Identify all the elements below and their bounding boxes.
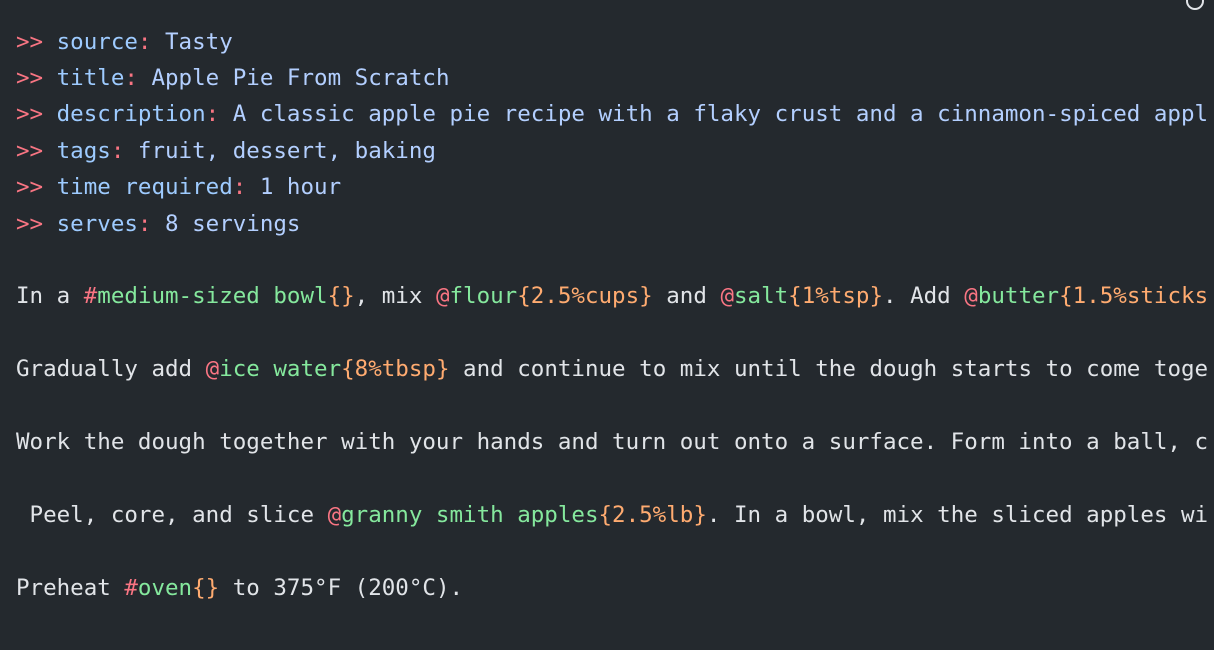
metadata-prefix: >>: [16, 211, 57, 237]
metadata-key: description: [56, 101, 206, 127]
cookware-brace-close: }: [341, 283, 355, 309]
metadata-prefix: >>: [16, 29, 57, 55]
ingredient-name: ice water: [219, 356, 342, 382]
step-line-5: Preheat #oven{} to 375°F (200°C).: [16, 573, 463, 603]
metadata-colon: :: [137, 29, 166, 55]
ingredient-quantity: 2.5%lb: [612, 502, 694, 528]
metadata-colon: :: [110, 138, 138, 164]
circle-icon: [1186, 0, 1204, 10]
metadata-key: time required: [56, 174, 233, 200]
metadata-key: title: [56, 65, 125, 91]
ingredient-brace-close: }: [639, 283, 653, 309]
step-text: Preheat: [16, 575, 125, 601]
metadata-prefix: >>: [16, 101, 57, 127]
metadata-value: A classic apple pie recipe with a flaky …: [232, 101, 1209, 127]
metadata-value: fruit, dessert, baking: [137, 138, 436, 164]
step-text: Gradually add: [16, 356, 206, 382]
metadata-prefix: >>: [16, 138, 57, 164]
metadata-prefix: >>: [16, 65, 57, 91]
ingredient-quantity: 2.5%cups: [530, 283, 640, 309]
ingredient-brace-open: {: [1059, 283, 1073, 309]
step-text: . Add: [883, 283, 965, 309]
ingredient-sigil: @: [720, 283, 734, 309]
ingredient-quantity: 1.5%sticks: [1072, 283, 1209, 309]
step-line-4: Peel, core, and slice @granny smith appl…: [16, 500, 1209, 530]
ingredient-brace-open: {: [598, 502, 613, 528]
ingredient-sigil: @: [205, 356, 220, 382]
step-text: Work the dough together with your hands …: [16, 429, 1209, 455]
step-text: In a: [16, 283, 84, 309]
step-text: Peel, core, and slice: [16, 502, 328, 528]
metadata-key: tags: [56, 138, 111, 164]
step-text: and continue to mix until the dough star…: [449, 356, 1209, 382]
cookware-name: oven: [137, 575, 193, 601]
metadata-value: 1 hour: [259, 174, 342, 200]
cookware-brace-open: {: [327, 283, 342, 309]
metadata-line-serves: >> serves: 8 servings: [16, 209, 300, 239]
recipe-editor[interactable]: >> source: Tasty >> title: Apple Pie Fro…: [0, 0, 1214, 650]
ingredient-name: granny smith apples: [341, 502, 599, 528]
ingredient-brace-open: {: [788, 283, 802, 309]
ingredient-brace-close: }: [693, 502, 707, 528]
metadata-colon: :: [124, 65, 152, 91]
ingredient-sigil: @: [327, 502, 342, 528]
step-text: and: [652, 283, 721, 309]
step-line-3: Work the dough together with your hands …: [16, 427, 1208, 457]
metadata-line-title: >> title: Apple Pie From Scratch: [16, 63, 449, 93]
ingredient-quantity: 8%tbsp: [354, 356, 436, 382]
cookware-brace-open: {: [192, 575, 206, 601]
cookware-sigil: #: [83, 283, 98, 309]
metadata-colon: :: [205, 101, 233, 127]
ingredient-sigil: @: [435, 283, 450, 309]
cookware-name: medium-sized bowl: [97, 283, 328, 309]
cookware-sigil: #: [124, 575, 138, 601]
ingredient-quantity: 1%tsp: [801, 283, 870, 309]
metadata-line-tags: >> tags: fruit, dessert, baking: [16, 136, 436, 166]
ingredient-brace-open: {: [341, 356, 355, 382]
step-text: to 375°F (200°C).: [219, 575, 464, 601]
ingredient-brace-open: {: [517, 283, 531, 309]
step-text: , mix: [354, 283, 436, 309]
ingredient-name: salt: [733, 283, 789, 309]
step-text: . In a bowl, mix the sliced apples wi: [706, 502, 1209, 528]
cookware-brace-close: }: [205, 575, 220, 601]
metadata-value: Tasty: [165, 29, 233, 55]
ingredient-brace-close: }: [435, 356, 450, 382]
metadata-colon: :: [137, 211, 166, 237]
metadata-key: source: [56, 29, 138, 55]
metadata-value: 8 servings: [165, 211, 301, 237]
step-line-1: In a #medium-sized bowl{}, mix @flour{2.…: [16, 281, 1208, 311]
ingredient-sigil: @: [964, 283, 978, 309]
ingredient-brace-close: }: [869, 283, 883, 309]
metadata-colon: :: [232, 174, 260, 200]
ingredient-name: flour: [449, 283, 518, 309]
metadata-prefix: >>: [16, 174, 57, 200]
metadata-line-description: >> description: A classic apple pie reci…: [16, 99, 1208, 129]
metadata-line-time-required: >> time required: 1 hour: [16, 172, 341, 202]
metadata-line-source: >> source: Tasty: [16, 27, 233, 57]
ingredient-name: butter: [977, 283, 1060, 309]
metadata-key: serves: [56, 211, 138, 237]
step-line-2: Gradually add @ice water{8%tbsp} and con…: [16, 354, 1208, 384]
metadata-value: Apple Pie From Scratch: [151, 65, 450, 91]
